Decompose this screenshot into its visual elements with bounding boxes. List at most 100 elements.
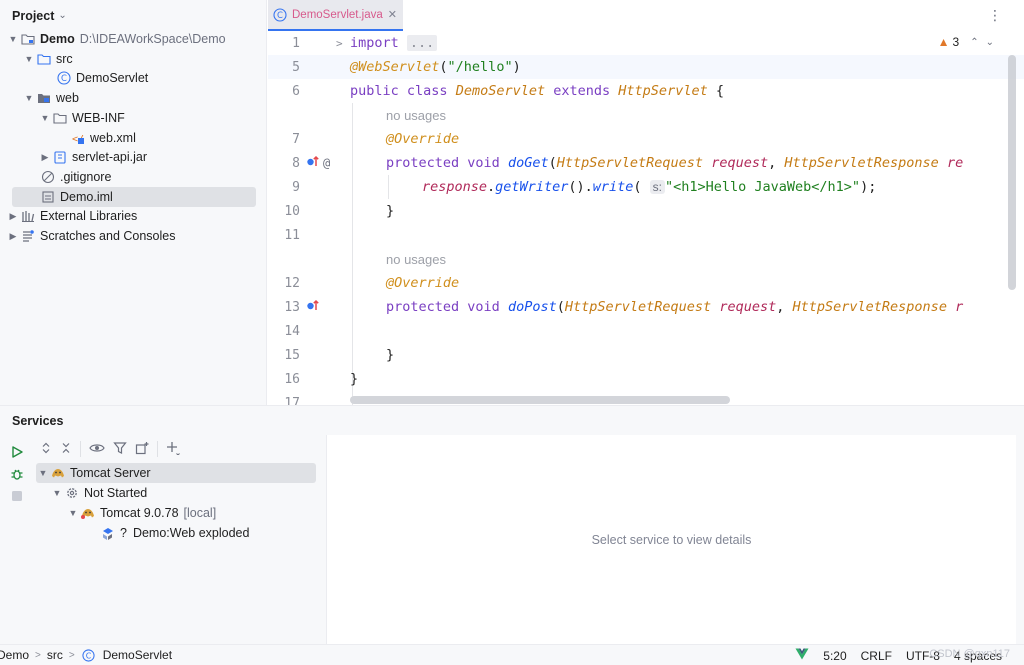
tab-demoservlet-java[interactable]: C DemoServlet.java ✕	[268, 0, 403, 31]
chevron-down-icon[interactable]: ▼	[36, 468, 50, 478]
breadcrumb-src[interactable]: src	[47, 648, 63, 662]
module-file-icon	[40, 189, 56, 205]
code-line[interactable]: 12 @Override	[268, 271, 1024, 295]
code-line-current[interactable]: 5 @WebServlet("/hello")	[268, 55, 1024, 79]
tree-item-label: Demo.iml	[60, 190, 113, 204]
tab-label: DemoServlet.java	[292, 8, 383, 21]
code-line[interactable]: 9 response.getWriter().write( s: "<h1>Hel…	[268, 175, 1024, 199]
chevron-down-icon[interactable]: ⌄	[58, 10, 66, 21]
service-tomcat-local[interactable]: ▼ Tomcat 9.0.78 [local]	[66, 503, 217, 523]
line-number: 16	[284, 371, 300, 387]
stop-icon[interactable]	[9, 488, 25, 504]
chevron-down-icon[interactable]: ▼	[38, 113, 52, 123]
line-number: 8	[292, 155, 300, 171]
services-panel-title: Services	[12, 413, 64, 428]
line-number: 17	[284, 395, 300, 406]
web-folder-icon	[36, 90, 52, 106]
code-token: )	[512, 59, 521, 75]
code-line[interactable]: 16 }	[268, 367, 1024, 391]
chevron-right-icon: >	[35, 649, 41, 661]
filter-icon[interactable]	[113, 441, 127, 458]
folded-imports[interactable]: ...	[406, 35, 438, 51]
chevron-down-icon[interactable]: ▼	[22, 93, 36, 103]
breadcrumb-file[interactable]: DemoServlet	[103, 648, 172, 662]
usages-hint[interactable]: no usages	[386, 252, 446, 267]
toolbar-separator	[80, 441, 81, 457]
expand-all-icon[interactable]	[40, 442, 52, 457]
debug-icon[interactable]	[9, 466, 25, 482]
code-line[interactable]: 1 > import ...	[268, 31, 1024, 55]
fold-arrow-icon[interactable]: >	[336, 37, 343, 50]
tree-item-servlet-api[interactable]: ▶ servlet-api.jar	[38, 147, 148, 167]
code-editor[interactable]: C DemoServlet.java ✕ ⋮ ▲ 3 ⌃ ⌄ 1 > impor…	[268, 0, 1024, 405]
code-line[interactable]: 6 public class DemoServlet extends HttpS…	[268, 79, 1024, 103]
code-line[interactable]: 15 }	[268, 343, 1024, 367]
code-line[interactable]: 11	[268, 223, 1024, 247]
code-line[interactable]: 14	[268, 319, 1024, 343]
tree-item-web-inf[interactable]: ▼ WEB-INF	[38, 108, 125, 128]
line-number: 10	[284, 203, 300, 219]
service-group-not-started[interactable]: ▼ Not Started	[50, 483, 148, 503]
chevron-down-icon[interactable]: ▼	[6, 34, 20, 44]
override-method-icon[interactable]	[306, 154, 320, 172]
chevron-down-icon[interactable]: ▼	[50, 488, 64, 498]
service-tomcat-server[interactable]: ▼ Tomcat Server	[36, 463, 316, 483]
line-separator[interactable]: CRLF	[861, 649, 892, 663]
code-area[interactable]: 1 > import ... 5 @WebServlet("/hello") 6…	[268, 31, 1024, 405]
add-service-icon[interactable]	[166, 441, 180, 458]
code-token: {	[715, 83, 724, 99]
code-line[interactable]: 7 @Override	[268, 127, 1024, 151]
tree-item-label: Demo	[40, 32, 75, 46]
code-token: );	[860, 179, 877, 195]
chevron-down-icon[interactable]: ▼	[66, 508, 80, 518]
tree-item-scratches[interactable]: ▶ Scratches and Consoles	[6, 226, 176, 246]
project-path: D:\IDEAWorkSpace\Demo	[79, 32, 226, 46]
horizontal-scrollbar[interactable]	[350, 396, 730, 404]
code-token: "<h1>Hello JavaWeb</h1>"	[664, 179, 861, 195]
more-vertical-icon[interactable]: ⋮	[988, 7, 1002, 24]
tree-item-web-xml[interactable]: </ web.xml	[70, 128, 136, 148]
code-token: (	[556, 299, 565, 315]
code-vision-line: no usages	[268, 247, 1024, 271]
xml-file-icon: </	[70, 130, 86, 146]
caret-position[interactable]: 5:20	[823, 649, 846, 663]
tree-item-demoservlet[interactable]: C DemoServlet	[56, 68, 148, 88]
run-icon[interactable]	[9, 444, 25, 460]
new-tab-icon[interactable]	[135, 441, 149, 458]
code-token: r	[955, 299, 964, 315]
service-artifact[interactable]: ? Demo:Web exploded	[100, 523, 249, 543]
close-icon[interactable]: ✕	[388, 8, 397, 21]
at-icon[interactable]: @	[323, 156, 330, 170]
code-token: getWriter	[495, 179, 569, 195]
tree-item-src[interactable]: ▼ src	[22, 49, 73, 69]
chevron-right-icon[interactable]: ▶	[38, 152, 52, 163]
eye-icon[interactable]	[89, 442, 105, 457]
tree-item-label: DemoServlet	[76, 71, 149, 85]
tree-item-gitignore[interactable]: .gitignore	[40, 167, 111, 187]
tree-item-demo-iml[interactable]: Demo.iml	[12, 187, 256, 207]
override-method-icon[interactable]	[306, 298, 320, 316]
code-line[interactable]: 10 }	[268, 199, 1024, 223]
line-number: 14	[284, 323, 300, 339]
tree-item-web[interactable]: ▼ web	[22, 88, 79, 108]
vue-icon[interactable]	[795, 648, 809, 663]
project-panel-header[interactable]: Project ⌄	[0, 0, 266, 31]
source-folder-icon	[36, 51, 52, 67]
code-line[interactable]: 8 @ protected void doGet(HttpServletRequ…	[268, 151, 1024, 175]
tree-item-external-libraries[interactable]: ▶ External Libraries	[6, 206, 138, 226]
chevron-right-icon[interactable]: ▶	[6, 211, 20, 222]
code-token: .	[487, 179, 496, 195]
java-class-icon: C	[56, 70, 72, 86]
chevron-right-icon[interactable]: ▶	[6, 231, 20, 242]
code-line[interactable]: 13 protected void doPost(HttpServletRequ…	[268, 295, 1024, 319]
usages-hint[interactable]: no usages	[386, 108, 446, 123]
vertical-scrollbar[interactable]	[1008, 55, 1016, 290]
code-vision-line: no usages	[268, 103, 1024, 127]
code-token: @WebServlet	[350, 59, 440, 75]
line-number: 5	[292, 59, 300, 75]
code-token: void	[467, 299, 500, 315]
collapse-all-icon[interactable]	[60, 442, 72, 457]
breadcrumb-project[interactable]: Demo	[0, 648, 29, 662]
tree-item-demo[interactable]: ▼ Demo D:\IDEAWorkSpace\Demo	[6, 29, 226, 49]
chevron-down-icon[interactable]: ▼	[22, 54, 36, 64]
